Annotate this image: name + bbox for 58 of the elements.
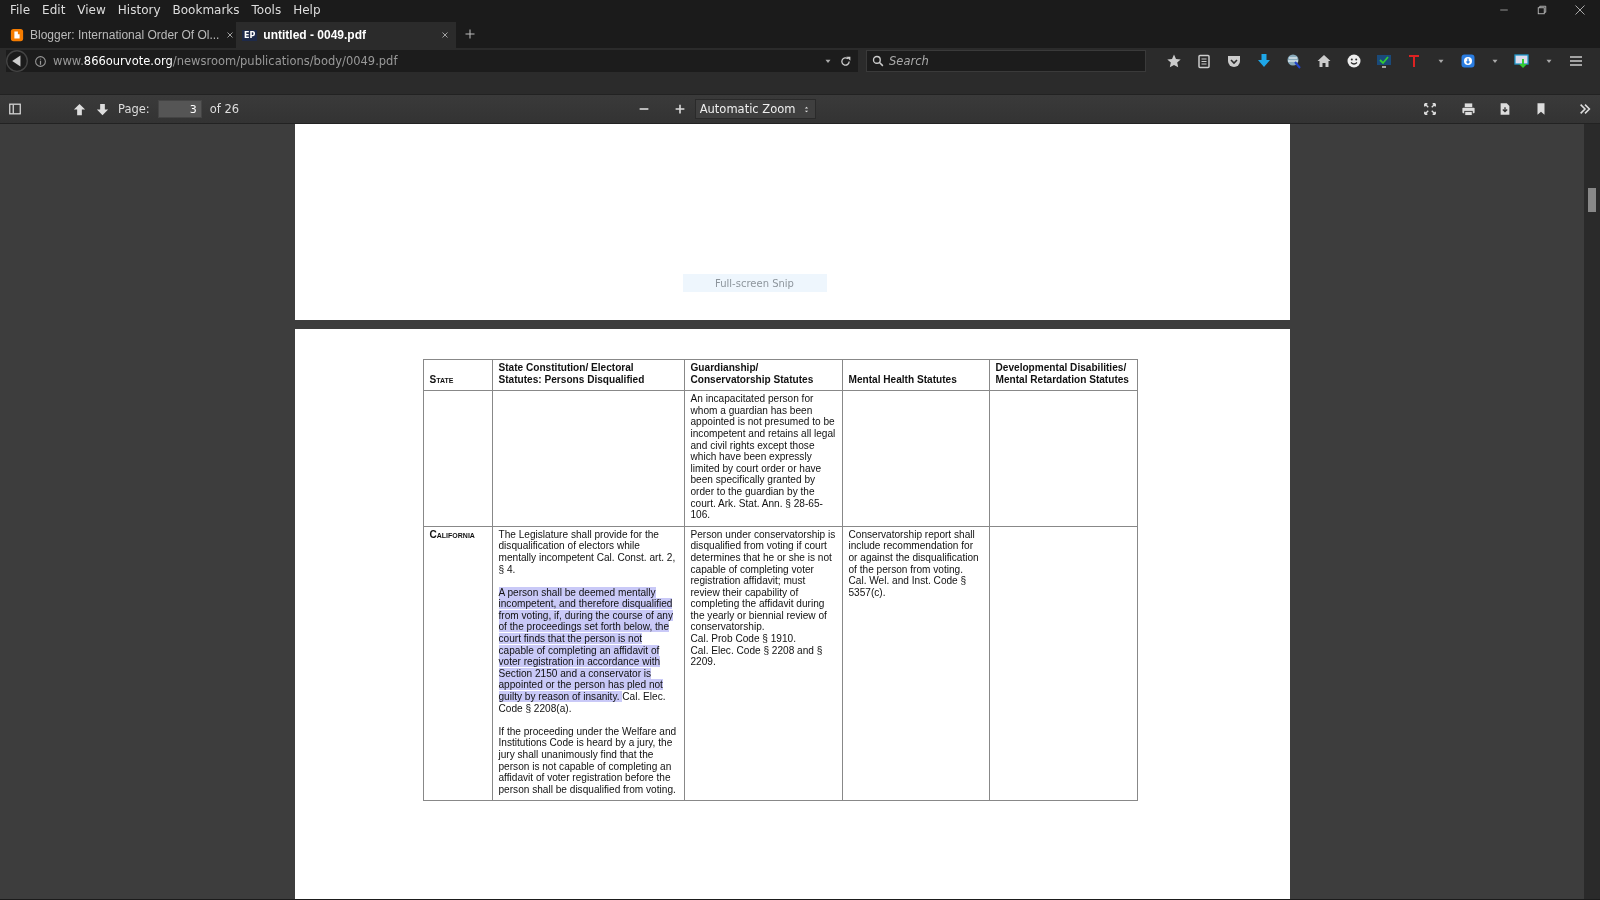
star-icon[interactable] — [1166, 53, 1182, 69]
search-field[interactable]: Search — [866, 50, 1146, 72]
sidebar-toggle-icon[interactable] — [8, 102, 22, 116]
blogger-icon — [10, 28, 24, 42]
reload-icon[interactable] — [839, 54, 852, 68]
column-header: State Constitution/ Electoral Statutes: Persons Disqualified — [492, 359, 684, 391]
menu-item[interactable]: History — [111, 3, 167, 17]
menu-icon[interactable] — [1568, 53, 1584, 69]
menu-item[interactable]: Bookmarks — [166, 3, 246, 17]
browser-tab[interactable]: EP untitled - 0049.pdf — [236, 22, 456, 48]
double-chevron-icon[interactable] — [1578, 102, 1592, 116]
menu-item[interactable]: Edit — [36, 3, 72, 17]
menu-item[interactable]: Help — [287, 3, 327, 17]
save-icon[interactable] — [1498, 102, 1512, 116]
pocket-icon[interactable] — [1226, 53, 1242, 69]
print-icon[interactable] — [1461, 101, 1476, 117]
tab-favicon: EP — [242, 29, 258, 41]
up-arrow-icon[interactable] — [72, 101, 87, 117]
close-icon[interactable] — [225, 30, 236, 40]
menu-item[interactable]: File — [4, 3, 37, 17]
cell-paragraph: If the proceeding under the Welfare and Institutions Code is heard by a jury, the jury shall unanimously find that the person is not capable of completing an affidavit of voter registration before the person shall be disqualified from voting. — [498, 725, 678, 796]
zoom-select[interactable]: Automatic Zoom — [694, 99, 816, 119]
smiley-icon[interactable] — [1346, 53, 1362, 69]
menu-item[interactable]: Tools — [245, 3, 288, 17]
search-icon — [872, 55, 884, 67]
down-arrow-icon[interactable] — [95, 101, 110, 117]
page-number-field[interactable]: 3 — [157, 100, 202, 118]
column-header: Developmental Disabilities/ Mental Retardation Statutes — [989, 359, 1137, 391]
globe-paint-icon[interactable] — [1286, 53, 1302, 69]
t-letter-icon[interactable] — [1406, 53, 1422, 69]
back-icon[interactable] — [6, 50, 28, 72]
cell-paragraph: A person shall be deemed mentally incompetent, and therefore disqualified from voting, if, during the course of any of the proceedings set forth below, the court finds that the person is not capable of completing an affidavit of voter registration in accordance with Section 2150 and a conservator is appointed or the person has pled not guilty by reason of insanity. Cal. Elec. Code § 2208(a). — [498, 586, 674, 715]
clipboard-icon[interactable] — [1196, 53, 1212, 69]
info-icon — [34, 54, 47, 68]
page-label: Page: — [118, 102, 150, 116]
column-header: State — [423, 359, 492, 391]
cell-paragraph: Person under conservatorship is disqualified from voting if court determines that he or she is not capable of completing voter registration affidavit; must review their capability of completing the affidavit during the yearly or biennial review of conservatorship. Cal. Prob Code § 1910. Cal. Elec. Code § 2208 and § 2209. — [690, 528, 836, 668]
restore-icon[interactable] — [1536, 4, 1548, 16]
column-header: Guardianship/ Conservatorship Statutes — [684, 359, 842, 391]
scrollbar[interactable] — [1584, 124, 1600, 899]
new-tab-icon[interactable] — [464, 28, 476, 40]
snip-tooltip: Full-screen Snip — [682, 274, 827, 292]
fullscreen-icon[interactable] — [1423, 102, 1437, 116]
download-arrow-icon[interactable] — [1256, 53, 1272, 69]
browser-tab[interactable]: Blogger: International Order Of Ol... — [4, 22, 236, 48]
address-field[interactable]: www.866ourvote.org/newsroom/publications/body/0049.pdf — [6, 50, 858, 72]
monitor-download-icon[interactable] — [1514, 53, 1530, 69]
menu-item[interactable]: View — [71, 3, 112, 17]
page-count: of 26 — [209, 102, 240, 116]
cell-paragraph: Conservatorship report shall include recommendation for or against the disqualification of the person from voting. Cal. Wel. and Inst. Code § 5357(c). — [848, 528, 980, 599]
home-icon[interactable] — [1316, 53, 1332, 69]
monitor-check-icon[interactable] — [1376, 53, 1392, 69]
cell-paragraph: An incapacitated person for whom a guardian has been appointed is not presumed to be incompetent and retains all legal and civil rights except those which have been expressly limited by court order or have been specifically granted by order to the guardian by the court. Ark. Stat. Ann. § 28-65-106. — [690, 393, 836, 521]
close-icon[interactable] — [1574, 4, 1586, 16]
state-name: California — [429, 528, 475, 540]
cell-paragraph: The Legislature shall provide for the disqualification of electors while mentally incompetent Cal. Const. art. 2, § 4. — [498, 528, 677, 576]
column-header: Mental Health Statutes — [842, 359, 989, 391]
close-icon[interactable] — [440, 30, 450, 40]
